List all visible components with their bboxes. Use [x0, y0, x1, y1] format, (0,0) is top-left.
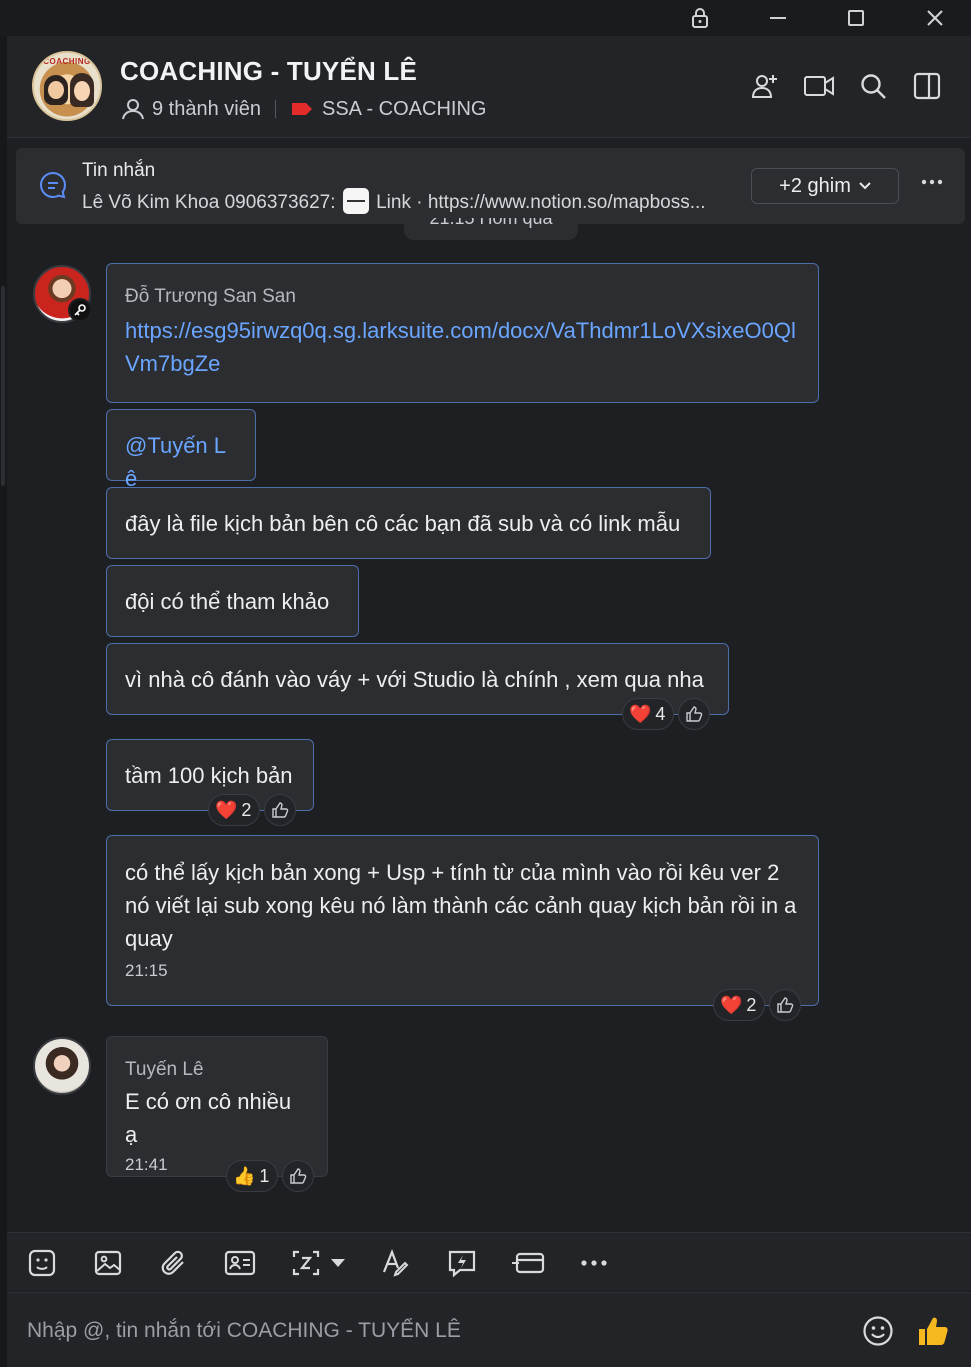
more-pins-button[interactable]: +2 ghim — [751, 168, 899, 204]
more-options-icon[interactable] — [921, 172, 943, 190]
message-text: E có ơn cô nhiều ạ — [125, 1089, 292, 1147]
reaction-pill[interactable]: ❤️ 4 — [622, 698, 675, 730]
reaction-count: 2 — [746, 994, 757, 1015]
thumbs-up-icon: 👍 — [233, 1165, 256, 1186]
link-thumbnail-icon — [342, 188, 369, 214]
date-divider: 21:15 Hôm qua — [404, 218, 578, 240]
dropdown-arrow-icon[interactable] — [325, 1247, 351, 1279]
maximize-icon[interactable] — [831, 0, 881, 36]
reaction-row: ❤️ 2 — [713, 989, 802, 1021]
reaction-row: ❤️ 4 — [622, 698, 711, 730]
member-count[interactable]: 9 thành viên — [152, 98, 261, 121]
add-reaction-icon[interactable] — [282, 1160, 315, 1192]
more-pins-label: +2 ghim — [779, 174, 851, 197]
pinned-preview[interactable]: Lê Võ Kim Khoa 0906373627: Link · https:… — [82, 188, 732, 214]
message-bubble[interactable]: đây là file kịch bản bên cô các bạn đã s… — [106, 487, 711, 559]
minimize-icon[interactable] — [753, 0, 803, 36]
chat-header: COACHING COACHING - TUYỂN LÊ 9 thành viê… — [7, 36, 971, 138]
reaction-pill[interactable]: ❤️ 2 — [713, 989, 766, 1021]
add-reaction-icon[interactable] — [769, 989, 802, 1021]
message-bubble[interactable]: Đỗ Trương San San https://esg95irwzq0q.s… — [106, 263, 819, 403]
text-format-icon[interactable] — [379, 1247, 413, 1279]
tag-icon — [291, 103, 312, 115]
quick-message-icon[interactable] — [445, 1247, 479, 1279]
lock-icon[interactable] — [675, 0, 725, 36]
message-text: vì nhà cô đánh vào váy + với Studio là c… — [125, 667, 704, 692]
message-input-area[interactable]: Nhập @, tin nhắn tới COACHING - TUYỂN LÊ — [7, 1292, 971, 1367]
admin-key-icon — [68, 298, 92, 322]
group-title[interactable]: COACHING - TUYỂN LÊ — [120, 56, 417, 87]
heart-icon: ❤️ — [629, 703, 652, 724]
add-reaction-icon[interactable] — [678, 698, 711, 730]
message-bubble[interactable]: Tuyến Lê E có ơn cô nhiều ạ 21:41 — [106, 1036, 328, 1177]
chevron-down-icon — [859, 182, 871, 190]
mention-link[interactable]: @Tuyến Lê — [125, 429, 237, 495]
add-member-icon[interactable] — [749, 70, 781, 102]
message-bubble-icon — [38, 170, 68, 205]
message-link[interactable]: https://esg95irwzq0q.sg.larksuite.com/do… — [125, 314, 800, 380]
message-time: 21:15 — [125, 961, 168, 980]
reaction-row: ❤️ 2 — [208, 794, 297, 826]
send-thumbs-up-icon[interactable] — [915, 1313, 951, 1354]
heart-icon: ❤️ — [720, 994, 743, 1015]
reaction-count: 4 — [655, 703, 666, 724]
sender-name[interactable]: Đỗ Trương San San — [125, 286, 800, 308]
header-actions — [749, 70, 943, 102]
message-input-placeholder[interactable]: Nhập @, tin nhắn tới COACHING - TUYỂN LÊ — [27, 1319, 461, 1343]
reaction-count: 2 — [241, 799, 252, 820]
members-icon — [122, 99, 144, 120]
add-reaction-icon[interactable] — [264, 794, 297, 826]
message-bubble[interactable]: @Tuyến Lê — [106, 409, 256, 491]
left-scroll-strip — [0, 36, 7, 1367]
heart-icon: ❤️ — [215, 799, 238, 820]
reaction-row: 👍 1 — [226, 1160, 315, 1192]
message-text: có thể lấy kịch bản xong + Usp + tính từ… — [125, 860, 797, 951]
video-call-icon[interactable] — [803, 70, 835, 102]
pinned-message-bar[interactable]: Tin nhắn Lê Võ Kim Khoa 0906373627: Link… — [16, 148, 965, 224]
group-avatar[interactable]: COACHING — [32, 51, 102, 121]
date-divider-label: 21:15 Hôm qua — [429, 218, 553, 228]
more-icon[interactable] — [577, 1247, 611, 1279]
reaction-pill[interactable]: ❤️ 2 — [208, 794, 261, 826]
pinned-preview-suffix: Link · https://www.notion.so/mapboss... — [376, 192, 706, 213]
message-text: đội có thể tham khảo — [125, 589, 330, 614]
contact-card-icon[interactable] — [223, 1247, 257, 1279]
emoji-icon[interactable] — [862, 1315, 894, 1352]
message-bubble[interactable]: có thể lấy kịch bản xong + Usp + tính từ… — [106, 835, 819, 1006]
message-text: tầm 100 kịch bản — [125, 763, 293, 788]
attach-icon[interactable] — [157, 1247, 191, 1279]
pinned-title: Tin nhắn — [82, 160, 156, 181]
composer-toolbar — [7, 1232, 971, 1290]
avatar-text: COACHING — [43, 57, 91, 66]
sender-avatar-tuyen-le[interactable] — [33, 1037, 91, 1095]
group-tag[interactable]: SSA - COACHING — [322, 98, 486, 121]
sticker-icon[interactable] — [25, 1247, 59, 1279]
window-titlebar — [0, 0, 971, 36]
group-meta: 9 thành viên SSA - COACHING — [120, 96, 486, 122]
pinned-preview-prefix: Lê Võ Kim Khoa 0906373627: — [82, 192, 336, 213]
message-bubble[interactable]: đội có thể tham khảo — [106, 565, 359, 637]
card-icon[interactable] — [511, 1247, 545, 1279]
screenshot-icon[interactable] — [289, 1247, 323, 1279]
image-icon[interactable] — [91, 1247, 125, 1279]
close-icon[interactable] — [910, 0, 960, 36]
reaction-pill[interactable]: 👍 1 — [226, 1160, 279, 1192]
message-text: đây là file kịch bản bên cô các bạn đã s… — [125, 511, 681, 536]
search-icon[interactable] — [857, 70, 889, 102]
left-scrollbar-thumb[interactable] — [1, 286, 5, 486]
divider — [274, 100, 276, 118]
reaction-count: 1 — [259, 1165, 270, 1186]
side-panel-icon[interactable] — [911, 70, 943, 102]
sender-name[interactable]: Tuyến Lê — [125, 1059, 309, 1081]
